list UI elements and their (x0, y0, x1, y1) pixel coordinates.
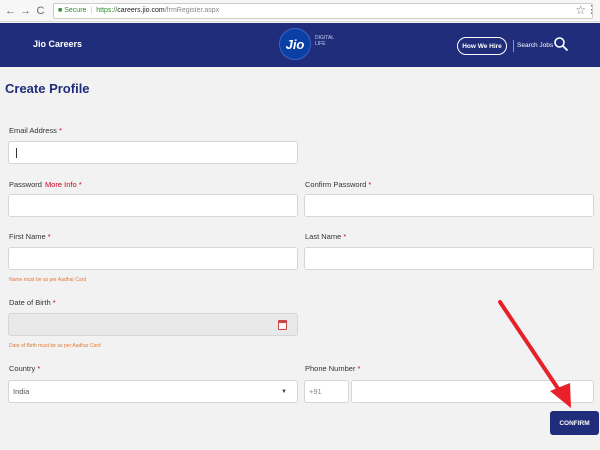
email-label: Email Address * (9, 126, 62, 135)
phone-number-field[interactable] (351, 380, 594, 403)
country-select[interactable]: India ▼ (8, 380, 298, 403)
jio-logo[interactable]: Jio (279, 28, 311, 60)
back-icon[interactable]: ← (4, 4, 17, 18)
text-cursor (16, 147, 17, 158)
url-host: careers.jio.com (117, 7, 165, 14)
search-icon[interactable] (553, 36, 569, 52)
phone-code-value: +91 (309, 387, 322, 396)
first-name-label: First Name * (9, 232, 51, 241)
phone-label: Phone Number * (305, 364, 361, 373)
lock-icon: ■ (58, 7, 63, 14)
url-protocol: https:// (96, 7, 118, 14)
last-name-label: Last Name * (305, 232, 347, 241)
site-header: Jio Careers Jio DIGITAL LIFE How We Hire… (0, 23, 600, 67)
brand-link[interactable]: Jio Careers (33, 39, 82, 49)
secure-label: Secure (64, 7, 87, 14)
password-label: Password More Info * (9, 180, 82, 189)
forward-icon[interactable]: → (19, 4, 32, 18)
reload-icon[interactable]: C (34, 4, 47, 18)
url-path: /frmRegister.aspx (164, 7, 220, 14)
bookmark-star-icon[interactable]: ☆ (575, 3, 586, 17)
how-we-hire-button[interactable]: How We Hire (457, 37, 507, 55)
country-label: Country * (9, 364, 41, 373)
browser-toolbar: ← → C ■ Secure | https:// careers.jio.co… (0, 0, 600, 22)
dob-hint: Date of Birth must be as per Aadhar Card (9, 343, 101, 349)
dob-label: Date of Birth * (9, 298, 56, 307)
confirm-password-label: Confirm Password * (305, 180, 372, 189)
address-bar[interactable]: ■ Secure | https:// careers.jio.com /frm… (53, 2, 593, 19)
url-separator: | (90, 7, 93, 14)
browser-menu-icon[interactable]: ⋮ (586, 3, 597, 16)
header-divider (513, 40, 514, 52)
first-name-field[interactable] (8, 247, 298, 270)
more-info-link[interactable]: More Info (45, 180, 77, 189)
last-name-field[interactable] (304, 247, 594, 270)
logo-text: Jio (285, 36, 305, 52)
page-title: Create Profile (5, 81, 90, 96)
confirm-password-field[interactable] (304, 194, 594, 217)
search-jobs-link[interactable]: Search Jobs (517, 42, 553, 49)
calendar-icon[interactable] (278, 320, 287, 330)
dob-field[interactable] (8, 313, 298, 336)
country-value: India (13, 387, 30, 396)
logo-tagline: DIGITAL LIFE (315, 35, 334, 47)
name-hint: Name must be as per Aadhar Card (9, 277, 87, 283)
phone-country-code[interactable]: +91 (304, 380, 349, 403)
password-field[interactable] (8, 194, 298, 217)
confirm-button[interactable]: CONFIRM (550, 411, 599, 435)
email-field[interactable] (8, 141, 298, 164)
dropdown-arrow-icon: ▼ (281, 389, 287, 395)
